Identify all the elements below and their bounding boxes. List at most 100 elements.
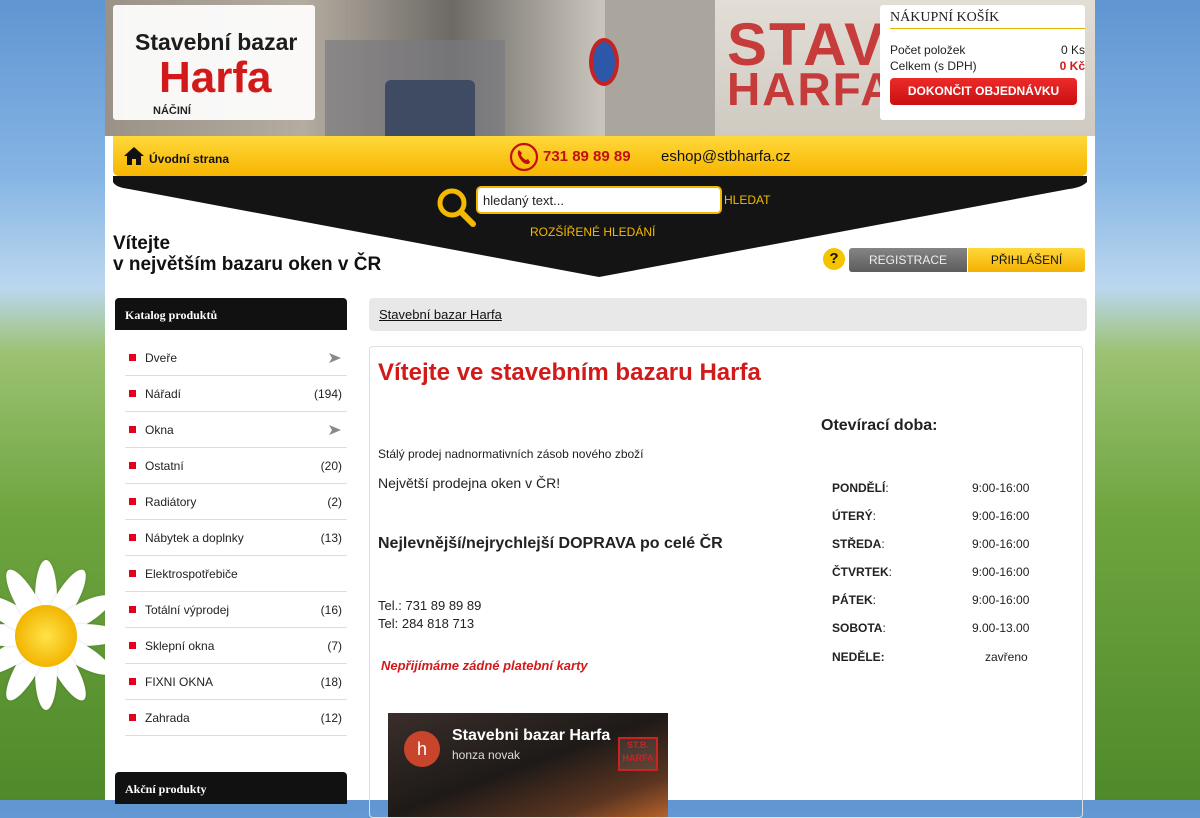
square-bullet-icon <box>129 426 136 433</box>
square-bullet-icon <box>129 390 136 397</box>
sidebar-item-okna[interactable]: Okna <box>125 412 347 448</box>
sidebar-item-naradi[interactable]: Nářadí (194) <box>125 376 347 412</box>
arrow-right-icon[interactable] <box>328 352 342 364</box>
register-button[interactable]: REGISTRACE <box>849 248 967 272</box>
page-wrapper: STAVEB HARFA Stavební bazar Harfa NÁČINÍ… <box>105 0 1095 818</box>
cart-total-label: Celkem (s DPH) <box>890 59 977 73</box>
category-count: (7) <box>327 639 342 653</box>
welcome-line-1: Vítejte <box>113 233 171 254</box>
category-label: FIXNI OKNA <box>145 675 214 689</box>
hours-row: PÁTEK: 9:00-16:00 <box>832 593 1032 607</box>
hours-row: ČTVRTEK: 9:00-16:00 <box>832 565 1032 579</box>
hours-time: 9:00-16:00 <box>972 481 1030 495</box>
hours-row: PONDĚLÍ: 9:00-16:00 <box>832 481 1032 495</box>
category-count: (194) <box>313 387 342 401</box>
square-bullet-icon <box>129 606 136 613</box>
contact-phones: Tel.: 731 89 89 89 Tel: 284 818 713 <box>378 597 481 633</box>
sidebar-item-ostatni[interactable]: Ostatní (20) <box>125 448 347 484</box>
home-icon[interactable] <box>123 146 145 166</box>
video-avatar[interactable]: h <box>404 731 440 767</box>
home-link[interactable]: Úvodní strana <box>149 152 229 166</box>
search-icon[interactable] <box>435 186 477 228</box>
advanced-search-link[interactable]: ROZŠÍŘENÉ HLEDÁNÍ <box>530 225 655 239</box>
category-list: Dveře Nářadí (194) Okna Ostatní (20) Rad… <box>125 340 347 736</box>
logo-line-1: Stavební bazar <box>135 29 298 55</box>
search-input[interactable] <box>476 186 722 214</box>
hours-sep: : <box>881 537 885 551</box>
hours-time: 9.00-13.00 <box>972 621 1030 635</box>
phone-line-2: Tel: 284 818 713 <box>378 616 475 631</box>
hours-row: ÚTERÝ: 9:00-16:00 <box>832 509 1032 523</box>
sidebar-item-radiatory[interactable]: Radiátory (2) <box>125 484 347 520</box>
hours-sep: : <box>872 509 877 523</box>
category-count: (12) <box>320 711 342 725</box>
search-button[interactable]: HLEDAT <box>724 193 770 207</box>
sidebar-item-elektrospotrebice[interactable]: Elektrospotřebiče <box>125 556 347 592</box>
hours-day: PONDĚLÍ <box>832 481 886 495</box>
phone-icon <box>509 142 539 172</box>
square-bullet-icon <box>129 534 136 541</box>
login-button[interactable]: PŘIHLÁŠENÍ <box>968 248 1085 272</box>
welcome-text: Vítejte v největším bazaru oken v ČR <box>113 233 381 275</box>
intro-text: Stálý prodej nadnormativních zásob novéh… <box>378 447 644 461</box>
sidebar-item-nabytek[interactable]: Nábytek a doplnky (13) <box>125 520 347 556</box>
category-label: Ostatní <box>145 459 184 473</box>
help-icon[interactable]: ? <box>823 248 845 270</box>
no-parking-sign <box>589 38 619 86</box>
breadcrumb: Stavební bazar Harfa <box>369 298 1087 331</box>
category-label: Sklepní okna <box>145 639 215 653</box>
hours-day: ÚTERÝ <box>832 509 873 523</box>
category-label: Elektrospotřebiče <box>145 567 238 581</box>
hours-sep: : <box>872 593 877 607</box>
hours-sep: : <box>882 621 886 635</box>
cart-total-value: 0 Kč <box>1059 59 1085 73</box>
hours-time: 9:00-16:00 <box>972 509 1030 523</box>
page-title: Vítejte ve stavebním bazaru Harfa <box>378 359 761 386</box>
cart-title: NÁKUPNÍ KOŠÍK <box>890 10 1085 29</box>
arrow-right-icon[interactable] <box>328 424 342 436</box>
category-count: (20) <box>320 459 342 473</box>
category-label: Zahrada <box>145 711 190 725</box>
highlight-text: Největší prodejna oken v ČR! <box>378 475 561 491</box>
category-count: (13) <box>320 531 342 545</box>
site-logo[interactable]: Stavební bazar Harfa NÁČINÍ <box>113 5 315 120</box>
logo-line-2: Harfa <box>159 53 272 102</box>
category-count: (2) <box>327 495 342 509</box>
sidebar-item-sklepni-okna[interactable]: Sklepní okna (7) <box>125 628 347 664</box>
hours-time: zavřeno <box>985 650 1028 664</box>
category-label: Okna <box>145 423 174 437</box>
payment-notice: Nepřijímáme zádné platební karty <box>381 658 588 673</box>
email-link[interactable]: eshop@stbharfa.cz <box>661 148 790 165</box>
cart-items-label: Počet položek <box>890 43 966 57</box>
top-nav-bar: Úvodní strana 731 89 89 89 eshop@stbharf… <box>113 136 1087 176</box>
promo-products-title: Akční produkty <box>115 772 347 804</box>
breadcrumb-link[interactable]: Stavební bazar Harfa <box>379 307 502 322</box>
hours-day: PÁTEK <box>832 593 873 607</box>
hours-time: 9:00-16:00 <box>972 565 1030 579</box>
video-embed[interactable]: h Stavebni bazar Harfa honza novak ST.B.… <box>388 713 668 817</box>
checkout-button[interactable]: DOKONČIT OBJEDNÁVKU <box>890 78 1077 105</box>
square-bullet-icon <box>129 678 136 685</box>
cart-total-row: Celkem (s DPH) 0 Kč <box>890 59 1085 73</box>
sidebar-item-fixni-okna[interactable]: FIXNI OKNA (18) <box>125 664 347 700</box>
square-bullet-icon <box>129 354 136 361</box>
sidebar-item-dvere[interactable]: Dveře <box>125 340 347 376</box>
square-bullet-icon <box>129 498 136 505</box>
category-label: Radiátory <box>145 495 197 509</box>
sidebar-item-totalni-vyprodej[interactable]: Totální výprodej (16) <box>125 592 347 628</box>
category-label: Nábytek a doplnky <box>145 531 244 545</box>
phone-line-1: Tel.: 731 89 89 89 <box>378 598 482 613</box>
cart-items-row: Počet položek 0 Ks <box>890 43 1085 57</box>
main-content: Vítejte ve stavebním bazaru Harfa Stálý … <box>369 346 1083 818</box>
hours-sep: : <box>885 481 889 495</box>
category-label: Dveře <box>145 351 178 365</box>
video-title[interactable]: Stavebni bazar Harfa <box>452 727 610 745</box>
hours-sep: : <box>888 565 893 579</box>
phone-number[interactable]: 731 89 89 89 <box>543 148 631 165</box>
hours-day: NEDĚLE: <box>832 650 885 664</box>
sidebar-item-zahrada[interactable]: Zahrada (12) <box>125 700 347 736</box>
category-label: Totální výprodej <box>145 603 230 617</box>
hours-row: SOBOTA: 9.00-13.00 <box>832 621 1032 635</box>
hours-day: SOBOTA <box>832 621 883 635</box>
video-author[interactable]: honza novak <box>452 748 520 762</box>
